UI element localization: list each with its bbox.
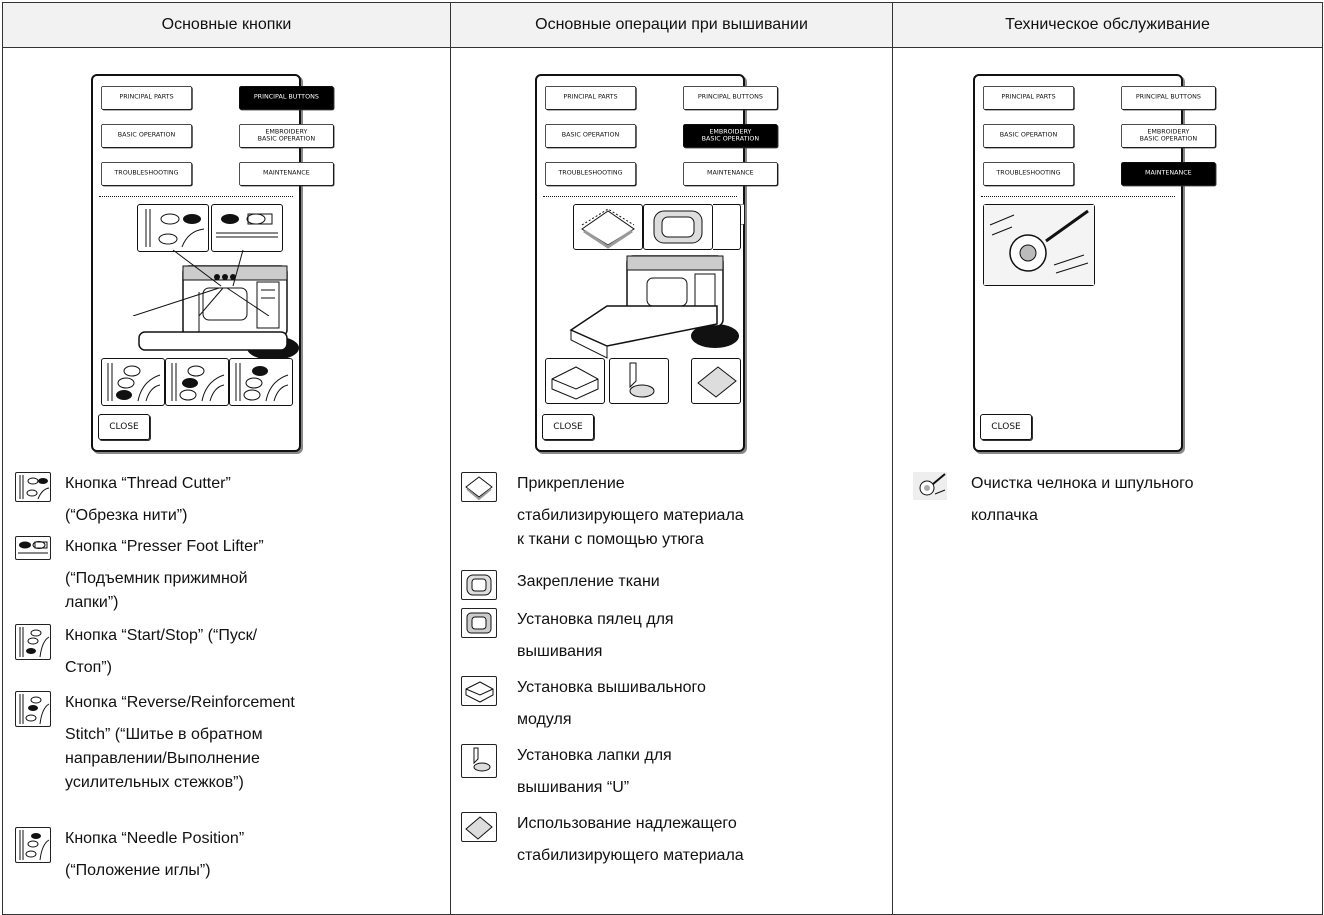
close-button[interactable]: CLOSE xyxy=(980,414,1032,440)
column-header-embroidery-operation: Основные операции при вышивании xyxy=(450,2,893,48)
item-text: к ткани с помощью утюга xyxy=(517,531,704,548)
list-item: Очистка челнока и шпульного колпачка xyxy=(913,472,1194,528)
menu-button-maintenance[interactable]: MAINTENANCE xyxy=(1121,162,1216,186)
item-text: Прикрепление xyxy=(517,475,625,492)
item-text: Использование надлежащего xyxy=(517,815,737,832)
stabilizer-use-icon xyxy=(461,812,497,842)
list-item: Кнопка “Reverse/Reinforcement Stitch” (“Ш… xyxy=(15,691,295,795)
item-text: Кнопка “Presser Foot Lifter” xyxy=(65,538,264,555)
hoop-fabric-picture[interactable] xyxy=(643,204,713,250)
item-text: стабилизирующего материала xyxy=(517,847,744,864)
column-header-principal-buttons: Основные кнопки xyxy=(2,2,451,48)
list-item: Установка пялец для вышивания xyxy=(461,608,674,664)
item-text: Закрепление ткани xyxy=(517,573,660,590)
needle-position-picture[interactable] xyxy=(229,358,293,406)
item-text: Установка лапки для xyxy=(517,747,672,764)
item-text: вышивания xyxy=(517,643,603,660)
attach-hoop-picture-edge xyxy=(713,204,741,250)
item-text: Stitch” (“Шитье в обратном xyxy=(65,726,263,743)
menu-button-troubleshooting[interactable]: TROUBLESHOOTING xyxy=(545,162,637,186)
menu-button-principal-parts[interactable]: PRINCIPAL PARTS xyxy=(983,86,1075,110)
lcd-screen-principal-buttons: PRINCIPAL PARTS PRINCIPAL BUTTONS BASIC … xyxy=(91,74,334,452)
menu-button-basic-operation[interactable]: BASIC OPERATION xyxy=(101,124,193,148)
list-item: Прикрепление стабилизирующего материала к … xyxy=(461,472,744,552)
item-text: Стоп”) xyxy=(65,659,112,676)
menu-button-embroidery-basic-operation[interactable]: EMBROIDERY BASIC OPERATION xyxy=(239,124,334,148)
callout-lines xyxy=(132,249,270,316)
reverse-stitch-picture[interactable] xyxy=(165,358,229,406)
item-text: Кнопка “Needle Position” xyxy=(65,830,245,847)
list-item: Использование надлежащего стабилизирующег… xyxy=(461,812,744,868)
column-embroidery-operation: PRINCIPAL PARTS PRINCIPAL BUTTONS BASIC … xyxy=(451,48,892,914)
embroidery-unit-picture[interactable] xyxy=(545,358,605,404)
item-text: Установка пялец для xyxy=(517,611,674,628)
close-button[interactable]: CLOSE xyxy=(542,414,594,440)
menu-button-troubleshooting[interactable]: TROUBLESHOOTING xyxy=(101,162,193,186)
item-text: Кнопка “Reverse/Reinforcement xyxy=(65,694,295,711)
list-item: Кнопка “Presser Foot Lifter” (“Подъемник … xyxy=(15,536,264,615)
item-text: (“Положение иглы”) xyxy=(65,862,211,879)
item-text: модуля xyxy=(517,711,572,728)
item-text: Кнопка “Thread Cutter” xyxy=(65,475,231,492)
list-item: Кнопка “Thread Cutter” (“Обрезка нити”) xyxy=(15,472,231,528)
divider xyxy=(543,196,737,197)
start-stop-picture[interactable] xyxy=(101,358,165,406)
embroidery-foot-icon xyxy=(461,744,497,778)
item-text: лапки”) xyxy=(65,594,119,611)
menu-button-principal-buttons[interactable]: PRINCIPAL BUTTONS xyxy=(1121,86,1216,110)
lcd-screen-embroidery-operation: PRINCIPAL PARTS PRINCIPAL BUTTONS BASIC … xyxy=(535,74,778,452)
shuttle-cleaning-icon xyxy=(913,472,947,500)
menu-button-principal-buttons[interactable]: PRINCIPAL BUTTONS xyxy=(683,86,778,110)
item-text: усилительных стежков”) xyxy=(65,774,244,791)
item-text: Очистка челнока и шпульного xyxy=(971,475,1194,492)
menu-button-maintenance[interactable]: MAINTENANCE xyxy=(239,162,334,186)
column-principal-buttons: PRINCIPAL PARTS PRINCIPAL BUTTONS BASIC … xyxy=(3,48,450,914)
menu-button-basic-operation[interactable]: BASIC OPERATION xyxy=(983,124,1075,148)
list-item: Кнопка “Start/Stop” (“Пуск/Стоп”) xyxy=(15,624,257,680)
column-maintenance: PRINCIPAL PARTS PRINCIPAL BUTTONS BASIC … xyxy=(893,48,1322,914)
hoop-fabric-icon xyxy=(461,570,497,600)
lcd-screen-maintenance: PRINCIPAL PARTS PRINCIPAL BUTTONS BASIC … xyxy=(973,74,1216,452)
list-item: Закрепление ткани xyxy=(461,570,660,600)
menu-button-embroidery-basic-operation[interactable]: EMBROIDERY BASIC OPERATION xyxy=(1121,124,1216,148)
embroidery-unit-icon xyxy=(461,676,497,706)
divider xyxy=(99,196,293,197)
embroidery-foot-picture[interactable] xyxy=(609,358,669,404)
start-stop-button-icon xyxy=(15,624,51,660)
shuttle-cleaning-picture[interactable] xyxy=(983,204,1095,286)
menu-button-maintenance[interactable]: MAINTENANCE xyxy=(683,162,778,186)
menu-button-basic-operation[interactable]: BASIC OPERATION xyxy=(545,124,637,148)
menu-button-embroidery-basic-operation[interactable]: EMBROIDERY BASIC OPERATION xyxy=(683,124,778,148)
stabilizer-iron-icon xyxy=(461,472,497,502)
reference-table: Основные кнопки Основные операции при вы… xyxy=(2,2,1323,915)
stabilizer-iron-picture[interactable] xyxy=(573,204,643,250)
item-text: (“Подъемник прижимной xyxy=(65,570,248,587)
needle-position-button-icon xyxy=(15,827,51,863)
menu-button-principal-parts[interactable]: PRINCIPAL PARTS xyxy=(101,86,193,110)
list-item: Установка лапки для вышивания “U” xyxy=(461,744,672,800)
item-text: вышивания “U” xyxy=(517,779,630,796)
item-text: колпачка xyxy=(971,507,1038,524)
list-item: Установка вышивального модуля xyxy=(461,676,706,732)
reverse-stitch-button-icon xyxy=(15,691,51,727)
embroidery-machine-illustration xyxy=(569,255,739,359)
item-text: Кнопка “Start/Stop” (“Пуск/ xyxy=(65,627,258,644)
divider xyxy=(981,196,1175,197)
close-button[interactable]: CLOSE xyxy=(98,414,150,440)
item-text: (“Обрезка нити”) xyxy=(65,507,188,524)
stabilizer-use-picture[interactable] xyxy=(691,358,741,404)
menu-button-principal-buttons[interactable]: PRINCIPAL BUTTONS xyxy=(239,86,334,110)
item-text: направлении/Выполнение xyxy=(65,750,260,767)
list-item: Кнопка “Needle Position” (“Положение иглы… xyxy=(15,827,244,883)
column-header-maintenance: Техническое обслуживание xyxy=(892,2,1323,48)
presser-foot-lifter-button-icon xyxy=(15,536,51,560)
attach-hoop-icon xyxy=(461,608,497,638)
item-text: стабилизирующего материала xyxy=(517,507,744,524)
menu-button-principal-parts[interactable]: PRINCIPAL PARTS xyxy=(545,86,637,110)
menu-button-troubleshooting[interactable]: TROUBLESHOOTING xyxy=(983,162,1075,186)
item-text: Установка вышивального xyxy=(517,679,706,696)
thread-cutter-button-icon xyxy=(15,472,51,502)
